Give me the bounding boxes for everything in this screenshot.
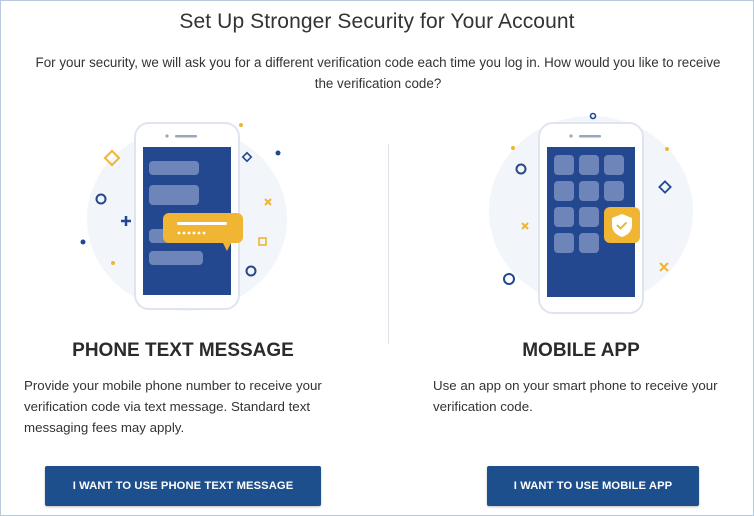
page-title: Set Up Stronger Security for Your Accoun… bbox=[179, 10, 575, 33]
security-setup-panel: Set Up Stronger Security for Your Accoun… bbox=[0, 0, 754, 516]
app-option-title: MOBILE APP bbox=[522, 340, 640, 361]
app-option-description: Use an app on your smart phone to receiv… bbox=[433, 378, 718, 414]
sms-option-description: Provide your mobile phone number to rece… bbox=[24, 378, 322, 435]
phone-app-shield-illustration bbox=[471, 101, 701, 316]
sms-option-title: PHONE TEXT MESSAGE bbox=[72, 340, 294, 361]
phone-sms-illustration bbox=[69, 101, 299, 316]
use-phone-text-message-button[interactable]: I WANT TO USE PHONE TEXT MESSAGE bbox=[45, 466, 321, 506]
option-divider bbox=[388, 144, 389, 344]
intro-text: For your security, we will ask you for a… bbox=[35, 55, 721, 91]
use-mobile-app-button[interactable]: I WANT TO USE MOBILE APP bbox=[487, 466, 699, 506]
